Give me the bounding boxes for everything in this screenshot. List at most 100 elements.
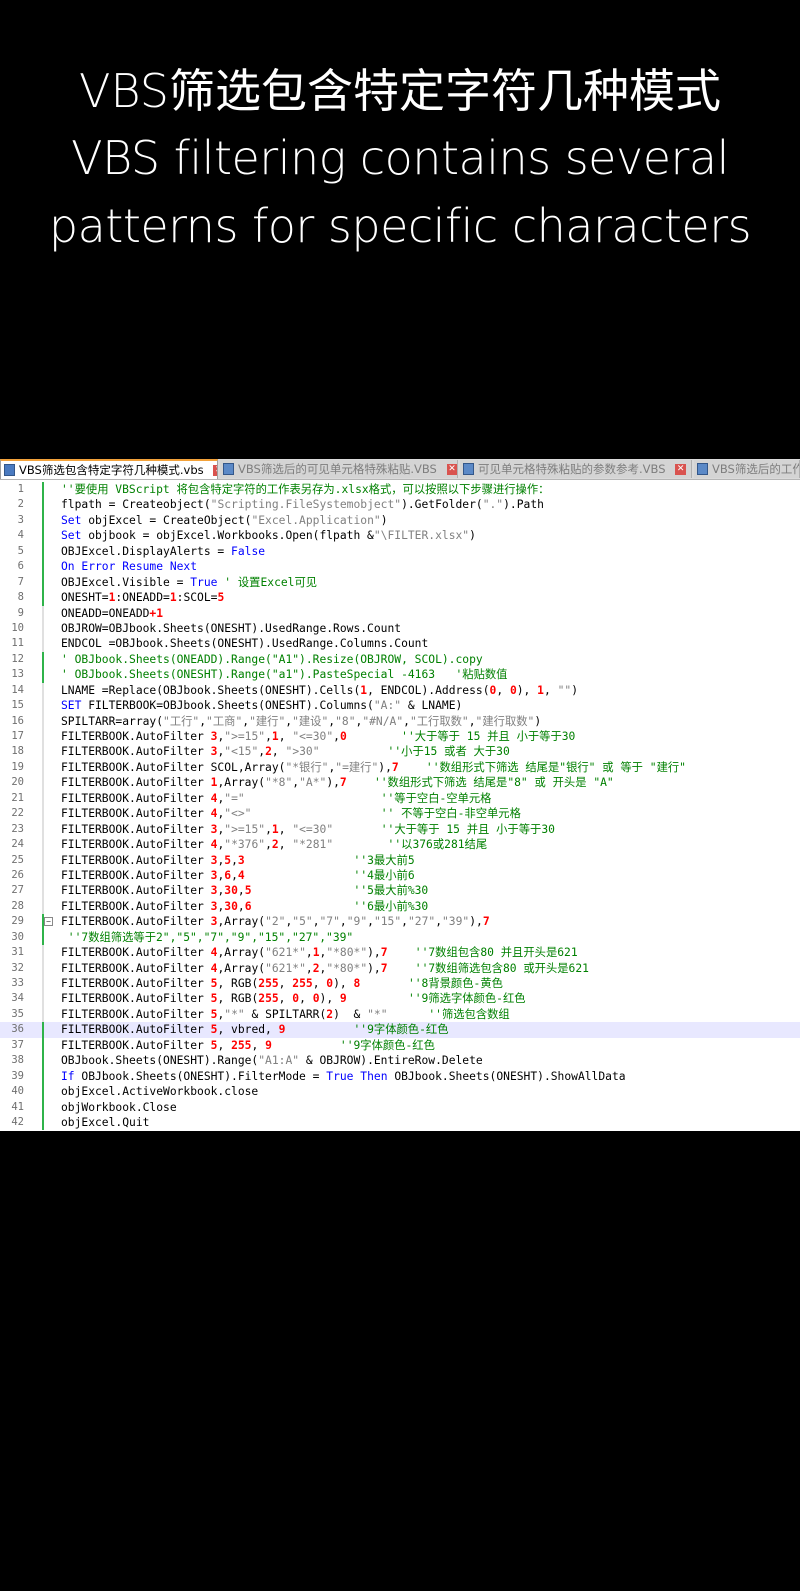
close-icon[interactable]: ✕ xyxy=(675,464,687,475)
code-token: FILTERBOOK.AutoFilter xyxy=(61,946,211,960)
code-line[interactable]: 1 ''要使用 VBScript 将包含特定字符的工作表另存为.xlsx格式，可以… xyxy=(0,482,800,498)
code-line[interactable]: 16 SPILTARR=array("工行","工商","建行","建设","8"… xyxy=(0,713,800,729)
code-line[interactable]: 11 ENDCOL =OBJbook.Sheets(ONESHT).UsedRan… xyxy=(0,636,800,652)
code-token: ' 设置Excel可见 xyxy=(224,575,318,589)
code-text: FILTERBOOK.AutoFilter 3,"<15",2, ">30" '… xyxy=(61,744,510,759)
code-line[interactable]: 24 FILTERBOOK.AutoFilter 4,"*376",2, "*28… xyxy=(0,837,800,853)
code-token: , xyxy=(468,714,476,728)
code-token: , RGB( xyxy=(217,977,259,990)
code-token: , xyxy=(435,915,442,929)
code-line[interactable]: 9 ONEADD=ONEADD+1 xyxy=(0,605,800,621)
code-token: 5 xyxy=(244,884,252,898)
code-token: On Error Resume Next xyxy=(61,560,198,574)
tab-paste-params[interactable]: 可见单元格特殊粘贴的参数参考.VBS ✕ xyxy=(460,460,692,478)
change-marker xyxy=(42,976,44,992)
code-line[interactable]: 27 FILTERBOOK.AutoFilter 3,30,5 ''5最大前%30 xyxy=(0,883,800,899)
code-token: , xyxy=(265,838,272,852)
code-text: ONEADD=ONEADD+1 xyxy=(61,606,163,621)
code-line[interactable]: 30 ''7数组筛选等于2","5","7","9","15","27","39… xyxy=(0,929,800,946)
code-token: True xyxy=(326,1069,354,1083)
line-number: 18 xyxy=(11,745,24,758)
code-line[interactable]: 19 FILTERBOOK.AutoFilter SCOL,Array("*银行"… xyxy=(0,759,800,776)
code-token: 1 xyxy=(169,591,177,605)
code-token: '' 不等于空白-非空单元格 xyxy=(380,807,521,821)
code-token: ) xyxy=(571,683,578,697)
code-line[interactable]: 21 FILTERBOOK.AutoFilter 4,"=" ''等于空白-空单元… xyxy=(0,790,800,807)
code-line[interactable]: 2 flpath = Createobject("Scripting.FileSy… xyxy=(0,497,800,513)
code-line[interactable]: 5 OBJExcel.DisplayAlerts = False xyxy=(0,543,800,560)
code-token: OBJROW=OBJbook.Sheets(ONESHT).UsedRange.… xyxy=(61,621,402,635)
code-line[interactable]: 33 FILTERBOOK.AutoFilter 5, RGB(255, 255,… xyxy=(0,976,800,992)
code-line[interactable]: 42 objExcel.Quit xyxy=(0,1114,800,1131)
code-line[interactable]: 41 objWorkbook.Close xyxy=(0,1099,800,1115)
close-icon[interactable]: ✕ xyxy=(446,464,457,475)
code-line[interactable]: 15 SET FILTERBOOK=OBJbook.Sheets(ONESHT).… xyxy=(0,698,800,714)
change-marker xyxy=(42,667,44,683)
code-token: objExcel = CreateObject( xyxy=(81,513,252,527)
code-line[interactable]: 4 Set objbook = objExcel.Workbooks.Open(f… xyxy=(0,528,800,544)
line-number: 34 xyxy=(11,992,24,1005)
code-text: OBJROW=OBJbook.Sheets(ONESHT).UsedRange.… xyxy=(61,621,401,636)
change-marker xyxy=(42,651,44,668)
code-token: "*" xyxy=(224,1007,245,1021)
code-text: FILTERBOOK.AutoFilter 5, 255, 9 ''9字体颜色-… xyxy=(61,1038,435,1053)
code-token: "39" xyxy=(442,915,470,929)
code-line[interactable]: 37 FILTERBOOK.AutoFilter 5, 255, 9 ''9字体颜… xyxy=(0,1037,800,1054)
code-text: objWorkbook.Close xyxy=(61,1100,177,1115)
code-token: ), xyxy=(367,946,381,960)
code-area[interactable]: 1 ''要使用 VBScript 将包含特定字符的工作表另存为.xlsx格式，可以… xyxy=(0,482,800,1131)
code-line[interactable]: 22 FILTERBOOK.AutoFilter 4,"<>" '' 不等于空白-… xyxy=(0,806,800,822)
code-token: FILTERBOOK.AutoFilter xyxy=(61,838,211,852)
code-line[interactable]: 28 FILTERBOOK.AutoFilter 3,30,6 ''6最小前%30 xyxy=(0,898,800,915)
code-line[interactable]: 32 FILTERBOOK.AutoFilter 4,Array("621*",2… xyxy=(0,960,800,976)
fold-minus-icon[interactable]: − xyxy=(44,917,53,927)
code-line[interactable]: 14 LNAME =Replace(OBJbook.Sheets(ONESHT).… xyxy=(0,682,800,699)
code-token: FILTERBOOK.AutoFilter xyxy=(61,745,211,759)
code-line[interactable]: 35 FILTERBOOK.AutoFilter 5,"*" & SPILTARR… xyxy=(0,1006,800,1023)
code-line[interactable]: 17 FILTERBOOK.AutoFilter 3,">=15",1, "<=3… xyxy=(0,729,800,745)
code-text: On Error Resume Next xyxy=(61,559,197,574)
code-token: 255 xyxy=(258,977,279,990)
tab-filter-vbs[interactable]: VBS筛选包含特定字符几种模式.vbs ✕ xyxy=(0,459,218,479)
code-line[interactable]: 20 FILTERBOOK.AutoFilter 1,Array("*8","A*… xyxy=(0,775,800,791)
code-token: ) xyxy=(534,714,542,728)
code-line[interactable]: 3 Set objExcel = CreateObject("Excel.Appl… xyxy=(0,512,800,529)
close-icon[interactable]: ✕ xyxy=(213,465,217,476)
line-number: 13 xyxy=(11,668,24,681)
code-token: , vbred, xyxy=(217,1023,279,1037)
code-line[interactable]: 31 FILTERBOOK.AutoFilter 4,Array("621*",1… xyxy=(0,945,800,961)
tab-filtered-sheet[interactable]: VBS筛选后的工作 xyxy=(694,460,800,478)
code-line[interactable]: 25 FILTERBOOK.AutoFilter 3,5,3 ''3最大前5 xyxy=(0,852,800,868)
code-line[interactable]: 6 On Error Resume Next xyxy=(0,559,800,575)
code-line[interactable]: 18 FILTERBOOK.AutoFilter 3,"<15",2, ">30"… xyxy=(0,744,800,760)
code-line[interactable]: 39 If OBJbook.Sheets(ONESHT).FilterMode =… xyxy=(0,1068,800,1085)
code-line[interactable]: 13 ' OBJbook.Sheets(ONESHT).Range("a1").P… xyxy=(0,667,800,683)
code-line[interactable]: 36 FILTERBOOK.AutoFilter 5, vbred, 9 ''9字… xyxy=(0,1022,800,1038)
code-line[interactable]: 29 − FILTERBOOK.AutoFilter 3,Array("2","5"… xyxy=(0,914,800,930)
code-token: ONESHT= xyxy=(61,591,109,605)
code-token: FILTERBOOK.AutoFilter xyxy=(61,915,211,929)
line-number: 32 xyxy=(11,961,24,974)
line-number: 31 xyxy=(11,946,24,959)
code-token: "Scripting.FileSystemobject" xyxy=(210,498,402,512)
video-title: VBS筛选包含特定字符几种模式 VBS filtering contains s… xyxy=(0,58,800,260)
change-marker xyxy=(42,806,44,822)
code-line[interactable]: 10 OBJROW=OBJbook.Sheets(ONESHT).UsedRang… xyxy=(0,620,800,637)
line-number: 8 xyxy=(17,591,24,604)
tab-visible-cells-paste[interactable]: VBS筛选后的可见单元格特殊粘贴.VBS ✕ xyxy=(220,460,458,478)
code-line[interactable]: 23 FILTERBOOK.AutoFilter 3,">=15",1, "<=3… xyxy=(0,821,800,838)
code-line[interactable]: 26 FILTERBOOK.AutoFilter 3,6,4 ''4最小前6 xyxy=(0,867,800,884)
code-text: FILTERBOOK.AutoFilter 5, vbred, 9 ''9字体颜… xyxy=(61,1022,449,1037)
code-token: FILTERBOOK.AutoFilter xyxy=(61,1007,211,1021)
code-line[interactable]: 34 FILTERBOOK.AutoFilter 5, RGB(255, 0, 0… xyxy=(0,991,800,1007)
code-token: 0 xyxy=(509,683,517,697)
code-line[interactable]: 40 objExcel.ActiveWorkbook.close xyxy=(0,1084,800,1100)
code-line[interactable]: 7 OBJExcel.Visible = True ' 设置Excel可见 xyxy=(0,574,800,591)
code-token: 255 xyxy=(292,977,313,990)
code-line[interactable]: 12 ' OBJbook.Sheets(ONEADD).Range("A1").R… xyxy=(0,651,800,668)
code-line[interactable]: 38 OBJbook.Sheets(ONESHT).Range("A1:A" & … xyxy=(0,1053,800,1069)
code-line[interactable]: 8 ONESHT=1:ONEADD=1:SCOL=5 xyxy=(0,590,800,606)
line-number: 4 xyxy=(17,529,24,542)
